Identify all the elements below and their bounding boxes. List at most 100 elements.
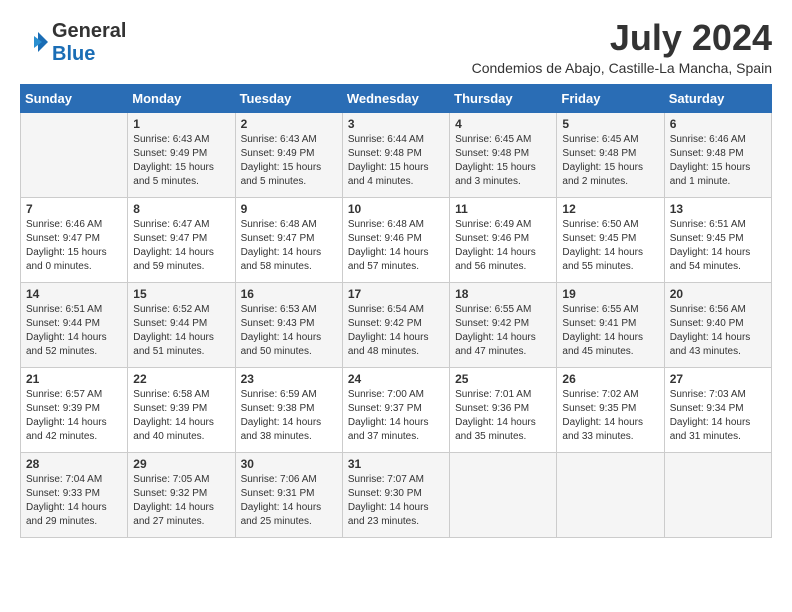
day-info: Sunrise: 7:04 AM Sunset: 9:33 PM Dayligh… bbox=[26, 473, 122, 529]
calendar-cell: 20 Sunrise: 6:56 AM Sunset: 9:40 PM Dayli… bbox=[664, 283, 771, 368]
month-title: July 2024 bbox=[472, 20, 772, 56]
day-info: Sunrise: 6:49 AM Sunset: 9:46 PM Dayligh… bbox=[455, 218, 551, 274]
day-number: 16 bbox=[241, 287, 337, 301]
calendar-cell: 5 Sunrise: 6:45 AM Sunset: 9:48 PM Daylig… bbox=[557, 113, 664, 198]
calendar-week-row: 21Sunrise: 6:57 AM Sunset: 9:39 PM Dayli… bbox=[21, 368, 772, 453]
calendar-cell: 1 Sunrise: 6:43 AM Sunset: 9:49 PM Daylig… bbox=[128, 113, 235, 198]
day-info: Sunrise: 6:48 AM Sunset: 9:47 PM Dayligh… bbox=[241, 218, 337, 274]
day-number: 25 bbox=[455, 372, 551, 386]
calendar-cell bbox=[557, 453, 664, 538]
day-number: 8 bbox=[133, 202, 229, 216]
header-monday: Monday bbox=[128, 85, 235, 113]
day-number: 3 bbox=[348, 117, 444, 131]
day-number: 20 bbox=[670, 287, 766, 301]
day-number: 26 bbox=[562, 372, 658, 386]
day-number: 1 bbox=[133, 117, 229, 131]
day-info: Sunrise: 6:51 AM Sunset: 9:45 PM Dayligh… bbox=[670, 218, 766, 274]
day-info: Sunrise: 6:51 AM Sunset: 9:44 PM Dayligh… bbox=[26, 303, 122, 359]
day-info: Sunrise: 7:02 AM Sunset: 9:35 PM Dayligh… bbox=[562, 388, 658, 444]
day-info: Sunrise: 7:05 AM Sunset: 9:32 PM Dayligh… bbox=[133, 473, 229, 529]
header-saturday: Saturday bbox=[664, 85, 771, 113]
day-info: Sunrise: 7:00 AM Sunset: 9:37 PM Dayligh… bbox=[348, 388, 444, 444]
calendar-cell bbox=[450, 453, 557, 538]
header-tuesday: Tuesday bbox=[235, 85, 342, 113]
calendar-cell: 4Sunrise: 6:45 AM Sunset: 9:48 PM Daylig… bbox=[450, 113, 557, 198]
day-info: Sunrise: 6:43 AM Sunset: 9:49 PM Dayligh… bbox=[241, 133, 337, 189]
day-number: 19 bbox=[562, 287, 658, 301]
calendar-cell: 23 Sunrise: 6:59 AM Sunset: 9:38 PM Dayli… bbox=[235, 368, 342, 453]
day-info: Sunrise: 6:59 AM Sunset: 9:38 PM Dayligh… bbox=[241, 388, 337, 444]
day-number: 9 bbox=[241, 202, 337, 216]
calendar-cell: 27 Sunrise: 7:03 AM Sunset: 9:34 PM Dayli… bbox=[664, 368, 771, 453]
calendar-cell: 13 Sunrise: 6:51 AM Sunset: 9:45 PM Dayli… bbox=[664, 198, 771, 283]
day-number: 30 bbox=[241, 457, 337, 471]
day-info: Sunrise: 6:48 AM Sunset: 9:46 PM Dayligh… bbox=[348, 218, 444, 274]
day-number: 18 bbox=[455, 287, 551, 301]
calendar-cell: 29 Sunrise: 7:05 AM Sunset: 9:32 PM Dayli… bbox=[128, 453, 235, 538]
day-number: 27 bbox=[670, 372, 766, 386]
calendar-header-row: SundayMondayTuesdayWednesdayThursdayFrid… bbox=[21, 85, 772, 113]
day-number: 22 bbox=[133, 372, 229, 386]
day-info: Sunrise: 6:50 AM Sunset: 9:45 PM Dayligh… bbox=[562, 218, 658, 274]
calendar-cell: 17 Sunrise: 6:54 AM Sunset: 9:42 PM Dayli… bbox=[342, 283, 449, 368]
day-number: 31 bbox=[348, 457, 444, 471]
day-info: Sunrise: 6:45 AM Sunset: 9:48 PM Dayligh… bbox=[455, 133, 551, 189]
day-number: 28 bbox=[26, 457, 122, 471]
calendar-cell: 9 Sunrise: 6:48 AM Sunset: 9:47 PM Daylig… bbox=[235, 198, 342, 283]
calendar-week-row: 28 Sunrise: 7:04 AM Sunset: 9:33 PM Dayli… bbox=[21, 453, 772, 538]
calendar-cell: 2 Sunrise: 6:43 AM Sunset: 9:49 PM Daylig… bbox=[235, 113, 342, 198]
day-info: Sunrise: 6:56 AM Sunset: 9:40 PM Dayligh… bbox=[670, 303, 766, 359]
logo: General Blue bbox=[20, 20, 126, 66]
day-info: Sunrise: 6:45 AM Sunset: 9:48 PM Dayligh… bbox=[562, 133, 658, 189]
day-info: Sunrise: 6:53 AM Sunset: 9:43 PM Dayligh… bbox=[241, 303, 337, 359]
logo-blue: Blue bbox=[52, 43, 126, 66]
day-info: Sunrise: 6:46 AM Sunset: 9:48 PM Dayligh… bbox=[670, 133, 766, 189]
day-info: Sunrise: 7:01 AM Sunset: 9:36 PM Dayligh… bbox=[455, 388, 551, 444]
calendar-cell: 15Sunrise: 6:52 AM Sunset: 9:44 PM Dayli… bbox=[128, 283, 235, 368]
day-number: 13 bbox=[670, 202, 766, 216]
header-wednesday: Wednesday bbox=[342, 85, 449, 113]
calendar-cell: 21Sunrise: 6:57 AM Sunset: 9:39 PM Dayli… bbox=[21, 368, 128, 453]
day-number: 5 bbox=[562, 117, 658, 131]
calendar-cell: 19Sunrise: 6:55 AM Sunset: 9:41 PM Dayli… bbox=[557, 283, 664, 368]
day-number: 14 bbox=[26, 287, 122, 301]
header-sunday: Sunday bbox=[21, 85, 128, 113]
calendar-cell: 30Sunrise: 7:06 AM Sunset: 9:31 PM Dayli… bbox=[235, 453, 342, 538]
calendar-cell: 18 Sunrise: 6:55 AM Sunset: 9:42 PM Dayli… bbox=[450, 283, 557, 368]
day-number: 24 bbox=[348, 372, 444, 386]
day-number: 23 bbox=[241, 372, 337, 386]
header-thursday: Thursday bbox=[450, 85, 557, 113]
logo-icon bbox=[20, 28, 50, 58]
day-info: Sunrise: 6:43 AM Sunset: 9:49 PM Dayligh… bbox=[133, 133, 229, 189]
day-number: 21 bbox=[26, 372, 122, 386]
day-info: Sunrise: 6:54 AM Sunset: 9:42 PM Dayligh… bbox=[348, 303, 444, 359]
calendar-week-row: 1 Sunrise: 6:43 AM Sunset: 9:49 PM Daylig… bbox=[21, 113, 772, 198]
calendar-week-row: 14 Sunrise: 6:51 AM Sunset: 9:44 PM Dayli… bbox=[21, 283, 772, 368]
calendar-week-row: 7Sunrise: 6:46 AM Sunset: 9:47 PM Daylig… bbox=[21, 198, 772, 283]
day-number: 11 bbox=[455, 202, 551, 216]
calendar-cell: 24 Sunrise: 7:00 AM Sunset: 9:37 PM Dayli… bbox=[342, 368, 449, 453]
day-info: Sunrise: 6:55 AM Sunset: 9:42 PM Dayligh… bbox=[455, 303, 551, 359]
calendar-cell: 11 Sunrise: 6:49 AM Sunset: 9:46 PM Dayli… bbox=[450, 198, 557, 283]
calendar-cell: 28 Sunrise: 7:04 AM Sunset: 9:33 PM Dayli… bbox=[21, 453, 128, 538]
calendar-cell: 3 Sunrise: 6:44 AM Sunset: 9:48 PM Daylig… bbox=[342, 113, 449, 198]
day-number: 6 bbox=[670, 117, 766, 131]
day-number: 17 bbox=[348, 287, 444, 301]
page-header: General Blue July 2024 Condemios de Abaj… bbox=[20, 20, 772, 76]
header-friday: Friday bbox=[557, 85, 664, 113]
calendar-cell: 8Sunrise: 6:47 AM Sunset: 9:47 PM Daylig… bbox=[128, 198, 235, 283]
calendar-table: SundayMondayTuesdayWednesdayThursdayFrid… bbox=[20, 84, 772, 538]
calendar-cell: 31Sunrise: 7:07 AM Sunset: 9:30 PM Dayli… bbox=[342, 453, 449, 538]
day-info: Sunrise: 6:44 AM Sunset: 9:48 PM Dayligh… bbox=[348, 133, 444, 189]
day-number: 29 bbox=[133, 457, 229, 471]
calendar-cell bbox=[21, 113, 128, 198]
calendar-cell: 22Sunrise: 6:58 AM Sunset: 9:39 PM Dayli… bbox=[128, 368, 235, 453]
calendar-cell: 10 Sunrise: 6:48 AM Sunset: 9:46 PM Dayli… bbox=[342, 198, 449, 283]
logo-general: General bbox=[52, 20, 126, 43]
day-number: 2 bbox=[241, 117, 337, 131]
day-number: 10 bbox=[348, 202, 444, 216]
day-number: 12 bbox=[562, 202, 658, 216]
calendar-cell: 25 Sunrise: 7:01 AM Sunset: 9:36 PM Dayli… bbox=[450, 368, 557, 453]
day-info: Sunrise: 6:46 AM Sunset: 9:47 PM Dayligh… bbox=[26, 218, 122, 274]
day-info: Sunrise: 7:03 AM Sunset: 9:34 PM Dayligh… bbox=[670, 388, 766, 444]
